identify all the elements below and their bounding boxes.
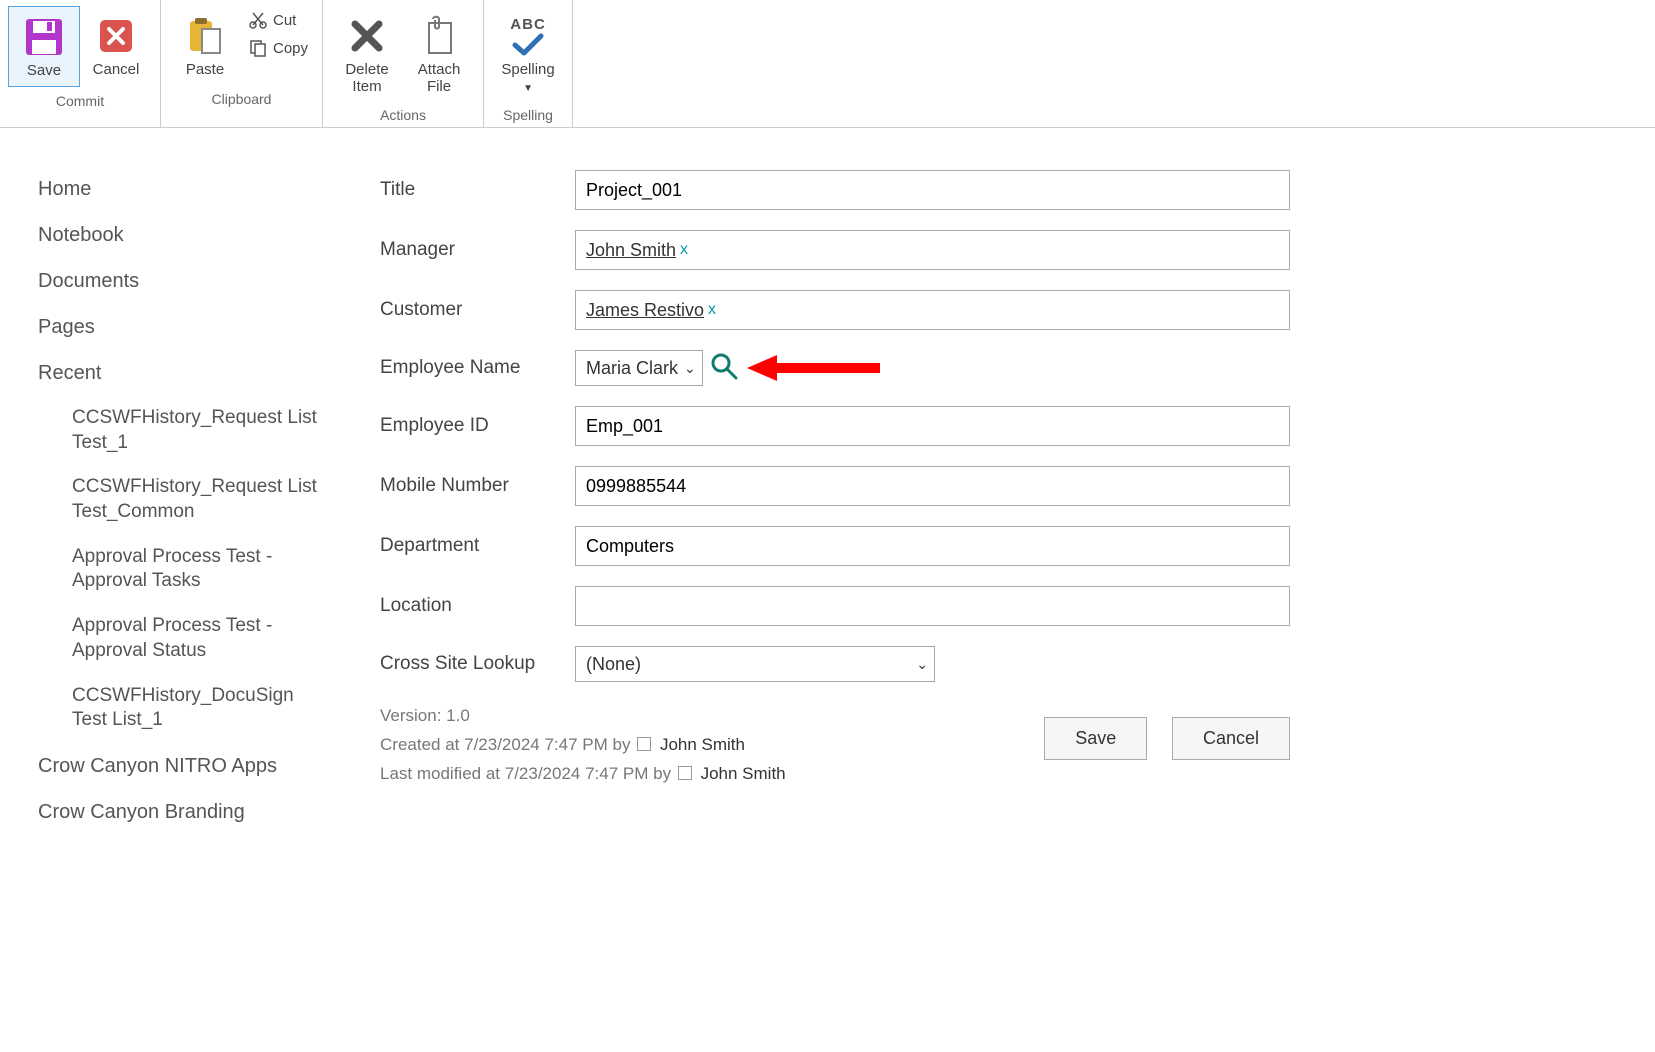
label-employee-id: Employee ID <box>380 415 575 437</box>
cut-button[interactable]: Cut <box>241 6 314 34</box>
spelling-button[interactable]: ABC Spelling▼ <box>492 6 564 101</box>
employee-search-icon[interactable] <box>709 351 739 386</box>
nav-recent-item[interactable]: CCSWFHistory_DocuSign Test List_1 <box>38 674 320 743</box>
attach-file-icon <box>415 12 463 60</box>
customer-people-picker[interactable]: James Restivo x <box>575 290 1290 330</box>
department-input[interactable] <box>575 526 1290 566</box>
cross-site-dropdown[interactable]: (None) ⌄ <box>575 646 935 682</box>
ribbon-group-clipboard: Paste Cut Copy Clipboard <box>161 0 323 127</box>
annotation-arrow-icon <box>745 351 885 385</box>
save-button[interactable]: Save <box>8 6 80 87</box>
manager-people-picker[interactable]: John Smith x <box>575 230 1290 270</box>
paste-icon <box>181 12 229 60</box>
label-employee-name: Employee Name <box>380 357 575 379</box>
nav-documents[interactable]: Documents <box>38 258 320 304</box>
label-location: Location <box>380 595 575 617</box>
form-save-button[interactable]: Save <box>1044 717 1147 760</box>
label-title: Title <box>380 179 575 201</box>
label-cross-site: Cross Site Lookup <box>380 653 575 675</box>
location-input[interactable] <box>575 586 1290 626</box>
nav-branding[interactable]: Crow Canyon Branding <box>38 789 320 835</box>
group-label-actions: Actions <box>380 105 426 125</box>
form-cancel-button[interactable]: Cancel <box>1172 717 1290 760</box>
ribbon-group-spelling: ABC Spelling▼ Spelling <box>484 0 573 127</box>
remove-customer-icon[interactable]: x <box>708 301 716 319</box>
copy-icon <box>247 37 269 59</box>
customer-value: James Restivo <box>586 300 704 321</box>
group-label-commit: Commit <box>56 91 104 111</box>
main-area: Home Notebook Documents Pages Recent CCS… <box>0 128 1655 835</box>
nav-recent-item[interactable]: Approval Process Test - Approval Tasks <box>38 535 320 604</box>
copy-button[interactable]: Copy <box>241 34 314 62</box>
nav-recent-list: CCSWFHistory_Request List Test_1 CCSWFHi… <box>38 396 320 743</box>
presence-icon <box>678 766 692 780</box>
remove-manager-icon[interactable]: x <box>680 241 688 259</box>
cut-icon <box>247 9 269 31</box>
form: Title Manager John Smith x Customer Jame… <box>330 148 1330 835</box>
cancel-icon <box>92 12 140 60</box>
form-buttons: Save Cancel <box>1024 717 1290 760</box>
ribbon-group-actions: Delete Item Attach File Actions <box>323 0 484 127</box>
title-input[interactable] <box>575 170 1290 210</box>
ribbon-toolbar: Save Cancel Commit Paste <box>0 0 1655 128</box>
save-icon <box>20 13 68 61</box>
nav-recent[interactable]: Recent <box>38 350 320 396</box>
attach-file-button[interactable]: Attach File <box>403 6 475 101</box>
manager-value: John Smith <box>586 240 676 261</box>
employee-id-input[interactable] <box>575 406 1290 446</box>
nav-recent-item[interactable]: Approval Process Test - Approval Status <box>38 604 320 673</box>
label-manager: Manager <box>380 239 575 261</box>
nav-recent-item[interactable]: CCSWFHistory_Request List Test_Common <box>38 465 320 534</box>
delete-icon <box>343 12 391 60</box>
nav-home[interactable]: Home <box>38 166 320 212</box>
ribbon-group-commit: Save Cancel Commit <box>0 0 161 127</box>
paste-button[interactable]: Paste <box>169 6 241 85</box>
nav-pages[interactable]: Pages <box>38 304 320 350</box>
nav-nitro-apps[interactable]: Crow Canyon NITRO Apps <box>38 743 320 789</box>
label-customer: Customer <box>380 299 575 321</box>
cancel-button[interactable]: Cancel <box>80 6 152 85</box>
group-label-clipboard: Clipboard <box>212 89 272 109</box>
mobile-number-input[interactable] <box>575 466 1290 506</box>
label-department: Department <box>380 535 575 557</box>
left-nav: Home Notebook Documents Pages Recent CCS… <box>0 148 330 835</box>
label-mobile-number: Mobile Number <box>380 475 575 497</box>
group-label-spelling: Spelling <box>503 105 553 125</box>
presence-icon <box>637 737 651 751</box>
employee-name-dropdown[interactable]: Maria Clark ⌄ <box>575 350 703 386</box>
spelling-icon: ABC <box>504 12 552 60</box>
nav-notebook[interactable]: Notebook <box>38 212 320 258</box>
nav-recent-item[interactable]: CCSWFHistory_Request List Test_1 <box>38 396 320 465</box>
chevron-down-icon: ⌄ <box>916 656 928 673</box>
delete-item-button[interactable]: Delete Item <box>331 6 403 101</box>
chevron-down-icon: ⌄ <box>684 360 696 377</box>
